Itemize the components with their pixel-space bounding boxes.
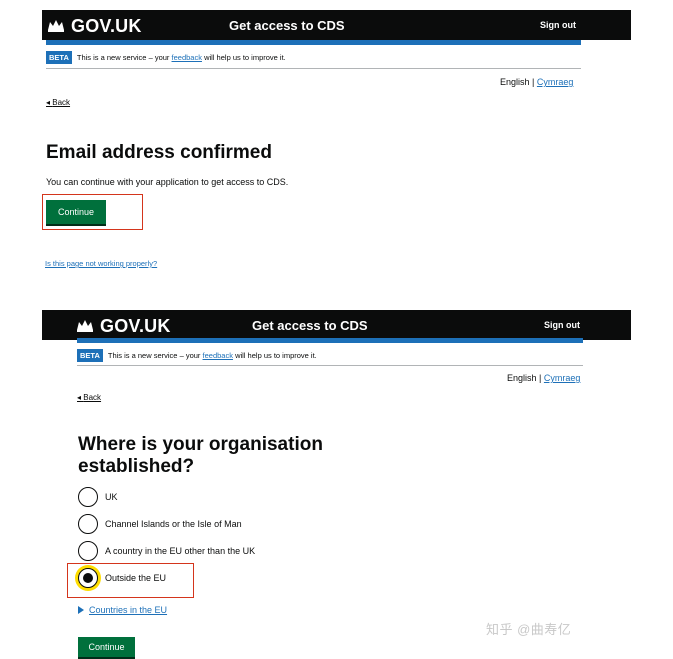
beta-text-prefix: This is a new service – your — [107, 351, 201, 360]
question-title-line-1: Where is your organisation — [78, 434, 323, 455]
back-link[interactable]: ◂ Back — [46, 98, 70, 107]
crown-icon — [47, 16, 65, 37]
radio-label: A country in the EU other than the UK — [105, 546, 256, 556]
radio-option-channel-islands[interactable]: Channel Islands or the Isle of Man — [78, 514, 242, 534]
service-name[interactable]: Get access to CDS — [252, 318, 368, 333]
beta-text-suffix: will help us to improve it. — [235, 351, 317, 360]
lang-english: English — [500, 77, 530, 87]
beta-tag: BETA — [77, 349, 103, 362]
radio-button[interactable] — [78, 541, 98, 561]
govuk-logo[interactable]: GOV.UK — [76, 316, 171, 337]
details-summary[interactable]: Countries in the EU — [89, 605, 167, 615]
logo-text: GOV.UK — [100, 316, 171, 336]
header-blue-bar — [77, 338, 583, 343]
back-arrow-icon: ◂ — [46, 98, 51, 107]
radio-checked-dot — [83, 573, 93, 583]
govuk-logo[interactable]: GOV.UK — [47, 16, 142, 37]
back-link[interactable]: ◂ Back — [77, 393, 101, 402]
lang-welsh-link[interactable]: Cymraeg — [537, 77, 574, 87]
radio-option-outside-eu[interactable]: Outside the EU — [78, 568, 166, 588]
question-title: Where is your organisation established? — [78, 434, 323, 478]
sign-out-link[interactable]: Sign out — [540, 20, 576, 30]
lang-english: English — [507, 373, 537, 383]
back-label: Back — [83, 393, 102, 402]
beta-text-suffix: will help us to improve it. — [204, 53, 286, 62]
help-link[interactable]: Is this page not working properly? — [45, 259, 157, 268]
banner-divider — [46, 68, 581, 69]
radio-button-selected[interactable] — [78, 568, 98, 588]
feedback-link[interactable]: feedback — [203, 351, 233, 360]
radio-button[interactable] — [78, 487, 98, 507]
details-countries-in-eu[interactable]: Countries in the EU — [78, 605, 167, 615]
sign-out-link[interactable]: Sign out — [544, 320, 580, 330]
lang-welsh-link[interactable]: Cymraeg — [544, 373, 581, 383]
back-label: Back — [52, 98, 71, 107]
continue-button[interactable]: Continue — [78, 637, 135, 657]
language-toggle: English | Cymraeg — [507, 373, 580, 383]
service-name[interactable]: Get access to CDS — [229, 18, 345, 33]
continue-button[interactable]: Continue — [46, 200, 106, 224]
radio-label: Channel Islands or the Isle of Man — [105, 519, 242, 529]
gov-header: GOV.UK Get access to CDS Sign out — [42, 10, 631, 40]
radio-option-eu-country[interactable]: A country in the EU other than the UK — [78, 541, 255, 561]
disclosure-triangle-icon — [78, 606, 84, 614]
phase-banner: BETA This is a new service – your feedba… — [46, 51, 286, 64]
beta-tag: BETA — [46, 51, 72, 64]
watermark: 知乎 @曲寿亿 — [486, 622, 572, 637]
language-toggle: English | Cymraeg — [500, 77, 573, 87]
question-title-line-2: established? — [78, 456, 195, 477]
radio-option-uk[interactable]: UK — [78, 487, 118, 507]
logo-text: GOV.UK — [71, 16, 142, 36]
radio-label: UK — [105, 492, 118, 502]
feedback-link[interactable]: feedback — [172, 53, 202, 62]
gov-header: GOV.UK Get access to CDS Sign out — [42, 310, 631, 340]
radio-button[interactable] — [78, 514, 98, 534]
beta-text-prefix: This is a new service – your — [76, 53, 170, 62]
page-title: Email address confirmed — [46, 142, 272, 163]
radio-label: Outside the EU — [105, 573, 167, 583]
lang-separator: | — [539, 373, 542, 383]
banner-divider — [77, 365, 583, 366]
crown-icon — [76, 316, 94, 337]
page-body: You can continue with your application t… — [46, 177, 289, 187]
phase-banner: BETA This is a new service – your feedba… — [77, 349, 317, 362]
lang-separator: | — [532, 77, 535, 87]
header-blue-bar — [46, 40, 581, 45]
back-arrow-icon: ◂ — [77, 393, 82, 402]
